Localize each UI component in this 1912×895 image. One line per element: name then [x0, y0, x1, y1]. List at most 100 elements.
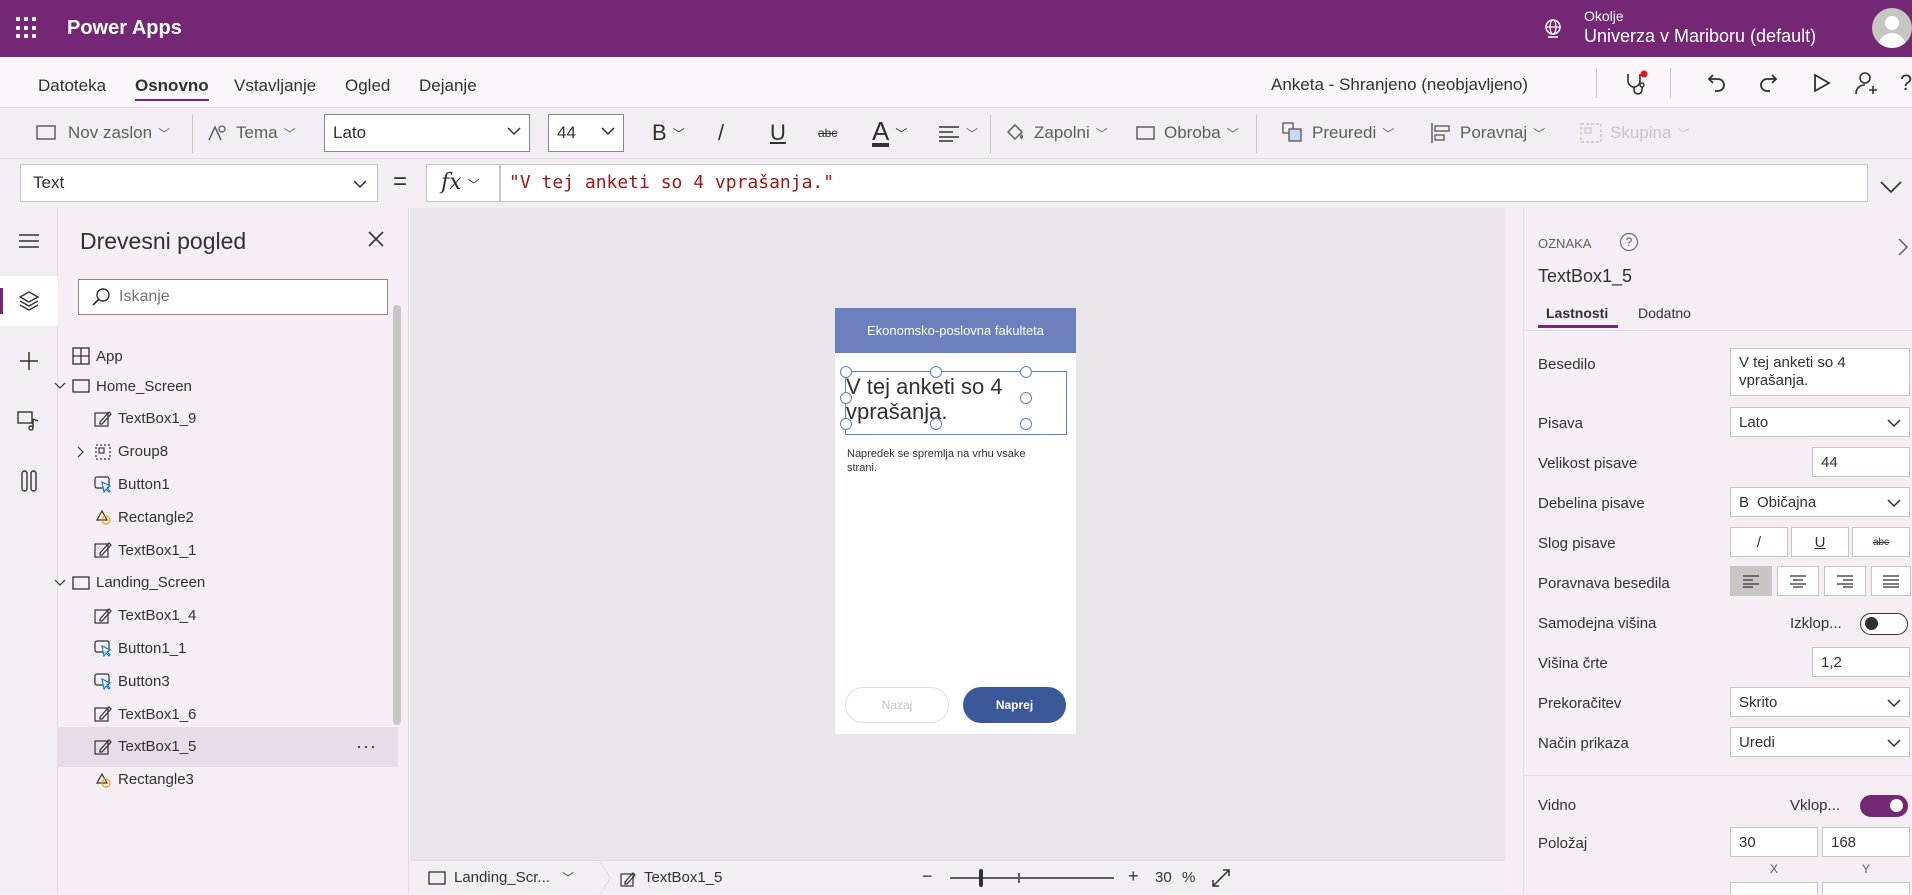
- property-select[interactable]: Text: [20, 164, 378, 202]
- app-checker-icon[interactable]: [1620, 68, 1650, 98]
- strikethrough-toggle[interactable]: abc: [1852, 527, 1910, 557]
- formula-input[interactable]: "V tej anketi so 4 vprašanja.": [500, 164, 1868, 202]
- tree-scrollbar[interactable]: [393, 305, 401, 725]
- strikethrough-button[interactable]: abc: [818, 117, 837, 149]
- resize-handle[interactable]: [930, 366, 942, 378]
- environment-name[interactable]: Univerza v Mariboru (default): [1584, 26, 1816, 47]
- group-button[interactable]: Skupina ﹀: [1580, 117, 1689, 149]
- chevron-down-icon[interactable]: ﹀: [562, 869, 574, 886]
- font-color-button[interactable]: A ﹀: [872, 117, 907, 149]
- font-size-select[interactable]: 44: [548, 114, 624, 152]
- tab-properties[interactable]: Lastnosti: [1546, 305, 1608, 321]
- text-align-button[interactable]: ﹀: [938, 117, 978, 149]
- font-prop-select[interactable]: Lato: [1730, 407, 1910, 437]
- undo-icon[interactable]: [1702, 68, 1732, 98]
- new-screen-button[interactable]: Nov zaslon ﹀: [36, 117, 170, 149]
- underline-toggle[interactable]: U: [1791, 527, 1849, 557]
- resize-handle[interactable]: [840, 418, 852, 430]
- zoom-out-button[interactable]: −: [922, 866, 933, 887]
- auto-height-toggle[interactable]: [1860, 613, 1908, 635]
- menu-datoteka[interactable]: Datoteka: [38, 76, 106, 96]
- bold-button[interactable]: B ﹀: [652, 117, 685, 149]
- strikethrough-icon: abc: [818, 126, 838, 140]
- zoom-in-button[interactable]: +: [1128, 866, 1139, 887]
- tree-search[interactable]: [78, 279, 388, 315]
- chevron-down-icon[interactable]: [54, 577, 66, 589]
- border-button[interactable]: Obroba ﹀: [1136, 117, 1239, 149]
- underline-button[interactable]: U: [770, 117, 786, 149]
- overflow-prop-select[interactable]: Skrito: [1730, 687, 1910, 717]
- align-right-button[interactable]: [1824, 566, 1866, 596]
- align-justify-button[interactable]: [1871, 566, 1911, 596]
- breadcrumb-screen[interactable]: Landing_Scr...: [454, 869, 550, 886]
- visible-toggle[interactable]: [1860, 795, 1908, 817]
- next-button[interactable]: Naprej: [963, 687, 1066, 723]
- font-weight-prop-select[interactable]: B Običajna: [1730, 487, 1910, 517]
- resize-handle[interactable]: [1020, 418, 1032, 430]
- close-icon[interactable]: [363, 226, 389, 252]
- more-options-icon[interactable]: ···: [356, 736, 377, 757]
- control-name[interactable]: TextBox1_5: [1538, 266, 1632, 287]
- tree-node-rectangle3[interactable]: Rectangle3: [58, 760, 398, 800]
- display-mode-prop-select[interactable]: Uredi: [1730, 727, 1910, 757]
- resize-handle[interactable]: [930, 418, 942, 430]
- align-left-button[interactable]: [1730, 566, 1772, 596]
- visible-prop-label: Vidno: [1538, 797, 1577, 814]
- fit-to-window-icon[interactable]: [1212, 869, 1230, 887]
- environment-icon[interactable]: [1542, 18, 1564, 40]
- italic-toggle[interactable]: /: [1730, 527, 1788, 557]
- insert-plus-icon[interactable]: [0, 336, 58, 386]
- resize-handle[interactable]: [1020, 366, 1032, 378]
- share-user-icon[interactable]: [1852, 68, 1882, 98]
- breadcrumb-control[interactable]: TextBox1_5: [644, 869, 722, 886]
- fx-button[interactable]: fx ﹀: [426, 164, 500, 202]
- redo-icon[interactable]: [1753, 68, 1783, 98]
- italic-button[interactable]: /: [718, 117, 724, 149]
- app-screen-preview[interactable]: Ekonomsko-poslovna fakulteta V tej anket…: [835, 308, 1076, 734]
- app-launcher-icon[interactable]: [16, 17, 38, 39]
- advanced-tools-icon[interactable]: [0, 456, 58, 506]
- screen-header[interactable]: Ekonomsko-poslovna fakulteta: [835, 308, 1076, 353]
- media-icon[interactable]: [0, 396, 58, 446]
- zoom-slider-thumb[interactable]: [978, 869, 983, 887]
- chevron-right-icon[interactable]: [76, 446, 86, 458]
- font-size-prop-input[interactable]: 44: [1812, 447, 1910, 477]
- help-icon[interactable]: ?: [1900, 68, 1912, 98]
- y-position-input[interactable]: 168: [1822, 827, 1910, 857]
- chevron-right-icon[interactable]: [1898, 238, 1908, 256]
- align-button[interactable]: Poravnaj ﹀: [1430, 117, 1545, 149]
- menu-vstavljanje[interactable]: Vstavljanje: [234, 76, 316, 96]
- text-prop-input[interactable]: V tej anketi so 4 vprašanja.: [1730, 348, 1910, 396]
- resize-handle[interactable]: [1020, 392, 1032, 404]
- resize-handle[interactable]: [840, 366, 852, 378]
- back-button[interactable]: Nazaj: [845, 687, 949, 723]
- zoom-slider-track[interactable]: [950, 877, 1114, 879]
- menu-osnovno[interactable]: Osnovno: [135, 76, 209, 101]
- menu-ogled[interactable]: Ogled: [345, 76, 390, 96]
- font-select[interactable]: Lato: [324, 114, 530, 152]
- hamburger-icon[interactable]: [0, 216, 58, 266]
- resize-handle[interactable]: [840, 392, 852, 404]
- chevron-down-icon[interactable]: [54, 380, 66, 392]
- arrange-button[interactable]: Preuredi ﹀: [1282, 117, 1394, 149]
- expand-formula-icon[interactable]: [1876, 172, 1906, 202]
- tab-advanced[interactable]: Dodatno: [1638, 305, 1691, 321]
- progress-note-text[interactable]: Napredek se spremlja na vrhu vsake stran…: [847, 447, 1047, 475]
- avatar[interactable]: [1872, 8, 1912, 48]
- align-left-icon: [1743, 575, 1759, 588]
- menu-dejanje[interactable]: Dejanje: [419, 76, 477, 96]
- help-icon[interactable]: ?: [1620, 233, 1638, 251]
- width-input[interactable]: [1730, 882, 1818, 894]
- height-input[interactable]: [1822, 882, 1910, 894]
- search-input[interactable]: [119, 288, 379, 306]
- line-height-prop-input[interactable]: 1,2: [1812, 647, 1910, 677]
- theme-button[interactable]: Tema ﹀: [206, 117, 296, 149]
- align-center-button[interactable]: [1777, 566, 1819, 596]
- zoom-unit: %: [1182, 869, 1196, 886]
- selection-box[interactable]: [840, 366, 1067, 435]
- button-icon: [94, 672, 112, 691]
- preview-play-icon[interactable]: [1806, 68, 1836, 98]
- x-position-input[interactable]: 30: [1730, 827, 1818, 857]
- fill-button[interactable]: Zapolni ﹀: [1004, 117, 1108, 149]
- tree-view-icon[interactable]: [0, 276, 58, 326]
